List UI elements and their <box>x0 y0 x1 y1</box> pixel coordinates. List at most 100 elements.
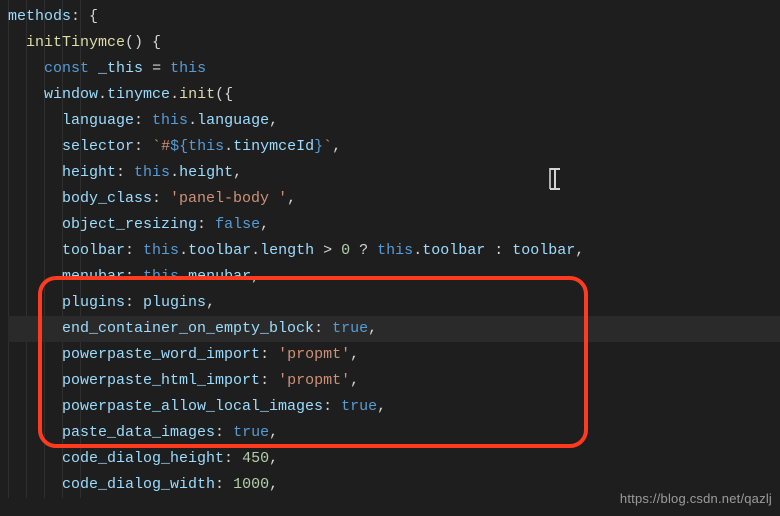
token: = <box>143 60 170 77</box>
token: : <box>125 294 143 311</box>
code-line: paste_data_images: true, <box>8 420 780 446</box>
token: toolbar <box>62 242 125 259</box>
token: . <box>413 242 422 259</box>
code-line: height: this.height, <box>8 160 780 186</box>
code-line: powerpaste_word_import: 'propmt', <box>8 342 780 368</box>
token: () { <box>125 34 161 51</box>
token: false <box>215 216 260 233</box>
token: toolbar <box>422 242 485 259</box>
token: , <box>260 216 269 233</box>
token: , <box>251 268 260 285</box>
token: 'panel-body ' <box>170 190 287 207</box>
token: . <box>179 242 188 259</box>
code-line: window.tinymce.init({ <box>8 82 780 108</box>
token: 'propmt' <box>278 372 350 389</box>
token: , <box>206 294 215 311</box>
code-line: const _this = this <box>8 56 780 82</box>
code-line: initTinymce() { <box>8 30 780 56</box>
token: , <box>350 346 359 363</box>
token: , <box>269 112 278 129</box>
code-line: plugins: plugins, <box>8 290 780 316</box>
token: toolbar <box>512 242 575 259</box>
token: , <box>233 164 242 181</box>
token: , <box>269 424 278 441</box>
code-line: toolbar: this.toolbar.length > 0 ? this.… <box>8 238 780 264</box>
token: height <box>179 164 233 181</box>
token: : <box>125 268 143 285</box>
code-editor[interactable]: methods: { initTinymce() { const _this =… <box>0 0 780 498</box>
token: : <box>134 138 152 155</box>
token: initTinymce <box>26 34 125 51</box>
token: : <box>152 190 170 207</box>
token: } <box>314 138 323 155</box>
token: code_dialog_width <box>62 476 215 493</box>
token: : <box>134 112 152 129</box>
code-line: methods: { <box>8 4 780 30</box>
code-line: code_dialog_width: 1000, <box>8 472 780 498</box>
token: , <box>575 242 584 259</box>
token: : <box>125 242 143 259</box>
token: > <box>314 242 341 259</box>
token: this <box>134 164 170 181</box>
token: true <box>332 320 368 337</box>
token: plugins <box>143 294 206 311</box>
token: : <box>224 450 242 467</box>
token: , <box>377 398 386 415</box>
token: ({ <box>215 86 233 103</box>
token: , <box>287 190 296 207</box>
token: 0 <box>341 242 350 259</box>
code-line-current: end_container_on_empty_block: true, <box>8 316 780 342</box>
token: 450 <box>242 450 269 467</box>
code-line: language: this.language, <box>8 108 780 134</box>
token: this <box>143 268 179 285</box>
code-line: body_class: 'panel-body ', <box>8 186 780 212</box>
token: . <box>170 164 179 181</box>
token: body_class <box>62 190 152 207</box>
token: this <box>143 242 179 259</box>
token: : { <box>71 8 98 25</box>
token: : <box>116 164 134 181</box>
token: . <box>188 112 197 129</box>
token: true <box>233 424 269 441</box>
token: : <box>260 346 278 363</box>
token: . <box>251 242 260 259</box>
token: end_container_on_empty_block <box>62 320 314 337</box>
token: : <box>215 476 233 493</box>
token: powerpaste_html_import <box>62 372 260 389</box>
token: plugins <box>62 294 125 311</box>
token: language <box>197 112 269 129</box>
token: menubar <box>62 268 125 285</box>
token: : <box>215 424 233 441</box>
token: , <box>269 450 278 467</box>
token: powerpaste_allow_local_images <box>62 398 323 415</box>
token: init <box>179 86 215 103</box>
token: : <box>197 216 215 233</box>
token: true <box>341 398 377 415</box>
token: tinymce <box>107 86 170 103</box>
token: height <box>62 164 116 181</box>
token: tinymceId <box>233 138 314 155</box>
token: , <box>368 320 377 337</box>
token: , <box>350 372 359 389</box>
token: ` <box>323 138 332 155</box>
token: ` <box>152 138 161 155</box>
code-line: selector: `#${this.tinymceId}`, <box>8 134 780 160</box>
token: . <box>98 86 107 103</box>
token: this <box>152 112 188 129</box>
token: powerpaste_word_import <box>62 346 260 363</box>
token: selector <box>62 138 134 155</box>
token: # <box>161 138 170 155</box>
token: : <box>323 398 341 415</box>
token: object_resizing <box>62 216 197 233</box>
token: this <box>188 138 224 155</box>
token: { <box>179 138 188 155</box>
code-line: powerpaste_html_import: 'propmt', <box>8 368 780 394</box>
token: : <box>260 372 278 389</box>
token: methods <box>8 8 71 25</box>
code-line: powerpaste_allow_local_images: true, <box>8 394 780 420</box>
token: $ <box>170 138 179 155</box>
token: 'propmt' <box>278 346 350 363</box>
token: this <box>377 242 413 259</box>
token: toolbar <box>188 242 251 259</box>
code-line: menubar: this.menubar, <box>8 264 780 290</box>
